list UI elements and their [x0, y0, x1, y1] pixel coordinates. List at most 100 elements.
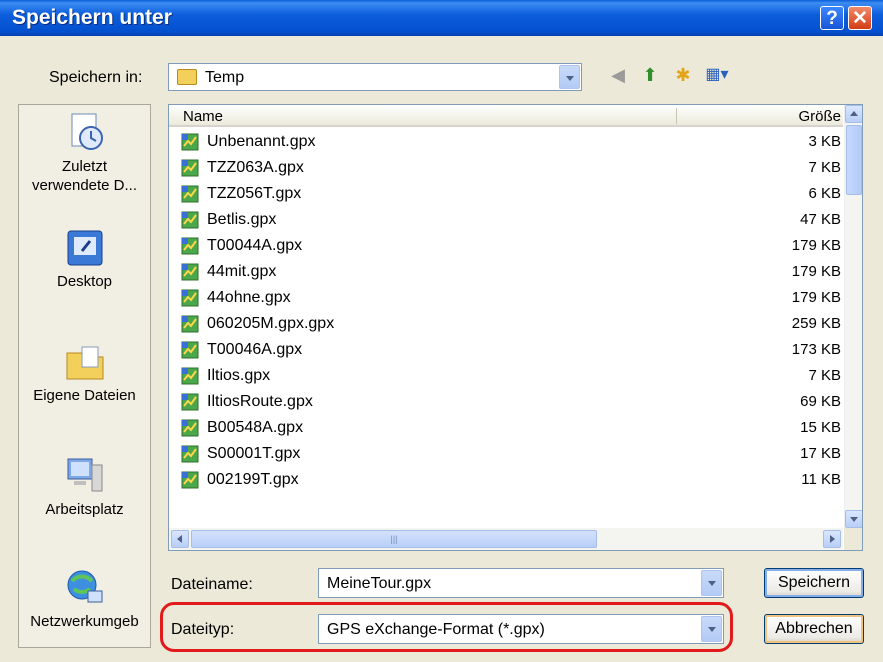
save-in-label: Speichern in: [49, 69, 143, 86]
column-header-name[interactable]: Name [183, 108, 223, 125]
file-name: TZZ063A.gpx [207, 159, 304, 176]
desktop-icon [67, 230, 102, 266]
file-rows: Unbenannt.gpx 3 KB TZZ063A.gpx 7 KB TZZ056T.… [169, 129, 843, 493]
horizontal-scroll-thumb[interactable]: ||| [191, 530, 597, 548]
my-computer-icon [67, 458, 102, 492]
file-size: 259 KB [791, 315, 841, 332]
scroll-corner [844, 528, 862, 550]
list-item[interactable]: TZZ056T.gpx 6 KB [169, 181, 843, 207]
list-item[interactable]: 44ohne.gpx 179 KB [169, 285, 843, 311]
file-size: 47 KB [800, 211, 841, 228]
file-size: 179 KB [791, 237, 841, 254]
chevron-down-icon[interactable] [559, 65, 580, 89]
gpx-file-icon [181, 159, 199, 177]
file-size: 15 KB [800, 419, 841, 436]
gpx-file-icon [181, 237, 199, 255]
file-size: 179 KB [791, 289, 841, 306]
gpx-file-icon [181, 445, 199, 463]
file-size: 17 KB [800, 445, 841, 462]
list-item[interactable]: Betlis.gpx 47 KB [169, 207, 843, 233]
new-folder-icon[interactable]: ✱ [671, 63, 695, 87]
my-documents-icon [66, 346, 103, 380]
file-size: 3 KB [808, 133, 841, 150]
place-network[interactable]: Netzwerkumgeb [19, 567, 150, 630]
gpx-file-icon [181, 133, 199, 151]
title-bar: Speichern unter ? ✕ [0, 0, 883, 36]
view-menu-icon[interactable]: ▦▾ [705, 63, 729, 87]
gpx-file-icon [181, 393, 199, 411]
file-size: 7 KB [808, 367, 841, 384]
file-name: Unbenannt.gpx [207, 133, 316, 150]
save-in-dropdown[interactable]: Temp [168, 63, 582, 91]
file-name: 44ohne.gpx [207, 289, 291, 306]
scroll-down-button[interactable] [845, 510, 862, 528]
scroll-right-button[interactable] [823, 530, 841, 548]
gpx-file-icon [181, 341, 199, 359]
file-name: T00044A.gpx [207, 237, 303, 254]
gpx-file-icon [181, 289, 199, 307]
recent-documents-icon [71, 113, 103, 150]
file-size: 173 KB [791, 341, 841, 358]
place-recent[interactable]: Zuletzt verwendete D... [19, 111, 150, 195]
window-title: Speichern unter [12, 6, 172, 29]
file-name: TZZ056T.gpx [207, 185, 302, 202]
gpx-file-icon [181, 367, 199, 385]
place-my-documents[interactable]: Eigene Dateien [19, 341, 150, 404]
list-item[interactable]: Iltios.gpx 7 KB [169, 363, 843, 389]
save-in-value: Temp [205, 69, 245, 86]
list-item[interactable]: B00548A.gpx 15 KB [169, 415, 843, 441]
list-item[interactable]: Unbenannt.gpx 3 KB [169, 129, 843, 155]
place-desktop[interactable]: Desktop [19, 227, 150, 290]
chevron-down-icon[interactable] [701, 570, 722, 596]
file-size: 6 KB [808, 185, 841, 202]
filename-value: MeineTour.gpx [327, 575, 432, 592]
list-item[interactable]: S00001T.gpx 17 KB [169, 441, 843, 467]
place-label: Zuletzt verwendete D... [31, 158, 138, 194]
back-icon[interactable]: ◀ [606, 63, 630, 87]
close-button[interactable]: ✕ [848, 6, 872, 30]
file-size: 179 KB [791, 263, 841, 280]
file-size: 69 KB [800, 393, 841, 410]
list-item[interactable]: 002199T.gpx 11 KB [169, 467, 843, 493]
file-name: B00548A.gpx [207, 419, 304, 436]
list-item[interactable]: IltiosRoute.gpx 69 KB [169, 389, 843, 415]
scroll-up-button[interactable] [845, 105, 862, 123]
vertical-scroll-thumb[interactable] [846, 125, 862, 195]
list-header: Name Größe [169, 105, 843, 127]
network-icon [67, 570, 102, 603]
vertical-scrollbar[interactable] [844, 105, 862, 528]
save-button[interactable]: Speichern [764, 568, 864, 598]
places-bar: Zuletzt verwendete D... Desktop Eigene D… [18, 104, 151, 648]
file-name: IltiosRoute.gpx [207, 393, 313, 410]
file-name: 060205M.gpx.gpx [207, 315, 335, 332]
horizontal-scrollbar[interactable]: ||| [169, 528, 843, 550]
file-list[interactable]: Name Größe Unbenannt.gpx 3 KB TZZ063A.gpx 7… [168, 104, 863, 551]
place-label: Desktop [56, 273, 113, 290]
scroll-left-button[interactable] [171, 530, 189, 548]
column-header-size[interactable]: Größe [798, 108, 841, 125]
file-name: T00046A.gpx [207, 341, 303, 358]
list-item[interactable]: 060205M.gpx.gpx 259 KB [169, 311, 843, 337]
help-button[interactable]: ? [820, 6, 844, 30]
gpx-file-icon [181, 185, 199, 203]
place-my-computer[interactable]: Arbeitsplatz [19, 455, 150, 518]
cancel-button[interactable]: Abbrechen [764, 614, 864, 644]
gpx-file-icon [181, 471, 199, 489]
list-item[interactable]: 44mit.gpx 179 KB [169, 259, 843, 285]
filename-input[interactable]: MeineTour.gpx [318, 568, 724, 598]
file-size: 11 KB [801, 471, 841, 488]
up-folder-icon[interactable]: ⬆ [638, 63, 662, 87]
list-item[interactable]: T00044A.gpx 179 KB [169, 233, 843, 259]
gpx-file-icon [181, 211, 199, 229]
file-name: Betlis.gpx [207, 211, 277, 228]
file-size: 7 KB [808, 159, 841, 176]
place-label: Eigene Dateien [33, 387, 136, 404]
list-item[interactable]: TZZ063A.gpx 7 KB [169, 155, 843, 181]
filename-label: Dateiname: [171, 576, 253, 593]
folder-icon [177, 69, 197, 85]
place-label: Arbeitsplatz [45, 501, 124, 518]
place-label: Netzwerkumgeb [30, 613, 139, 630]
column-separator[interactable] [676, 108, 677, 124]
list-item[interactable]: T00046A.gpx 173 KB [169, 337, 843, 363]
red-highlight-annotation [160, 602, 733, 652]
